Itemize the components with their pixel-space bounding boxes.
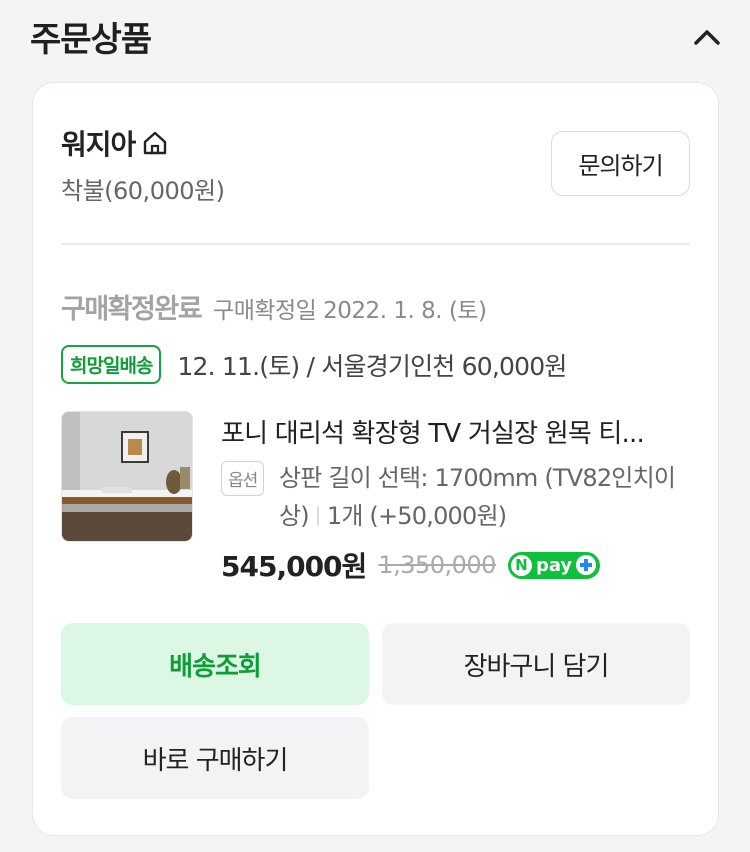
option-badge: 옵션	[221, 461, 265, 496]
npay-plus-badge: N pay	[507, 551, 601, 579]
order-card: 워지아 착불(60,000원) 문의하기 구매확정완료 구매확정일 2022. …	[32, 82, 719, 836]
option-details: 상판 길이 선택: 1700mm (TV82인치이상) 1개 (+50,000원)	[279, 459, 699, 535]
inquiry-button[interactable]: 문의하기	[551, 131, 690, 196]
sale-price: 545,000원	[221, 550, 367, 583]
delivery-type-badge: 희망일배송	[61, 345, 162, 384]
npay-n-icon: N	[510, 554, 532, 576]
confirm-date: 구매확정일 2022. 1. 8. (토)	[213, 298, 487, 324]
chevron-up-icon[interactable]	[688, 18, 726, 56]
delivery-row: 희망일배송 12. 11.(토) / 서울경기인천 60,000원	[61, 345, 567, 384]
separator	[316, 506, 319, 526]
plus-icon	[576, 555, 597, 575]
order-status-row: 구매확정완료 구매확정일 2022. 1. 8. (토)	[61, 287, 487, 326]
price-row: 545,000원 1,350,000 N pay	[221, 545, 601, 585]
product-image	[62, 412, 192, 541]
add-to-cart-button[interactable]: 장바구니 담기	[382, 623, 690, 705]
store-home-icon	[144, 131, 167, 155]
order-items-header: 주문상품	[0, 0, 750, 72]
quantity: 1개 (+50,000원)	[326, 502, 507, 530]
original-price: 1,350,000	[378, 551, 496, 579]
npay-label: pay	[535, 554, 573, 576]
page-title: 주문상품	[30, 20, 152, 60]
product-name[interactable]: 포니 대리석 확장형 TV 거실장 원목 티...	[221, 413, 691, 450]
product-thumbnail[interactable]	[61, 411, 193, 542]
delivery-info: 12. 11.(토) / 서울경기인천 60,000원	[177, 351, 567, 381]
track-delivery-button[interactable]: 배송조회	[61, 623, 369, 705]
seller-name[interactable]: 워지아	[61, 123, 169, 163]
order-status: 구매확정완료	[61, 294, 203, 325]
shipping-fee: 착불(60,000원)	[61, 177, 225, 205]
divider	[61, 243, 689, 245]
seller-name-label: 워지아	[61, 128, 136, 161]
buy-now-button[interactable]: 바로 구매하기	[61, 717, 369, 799]
